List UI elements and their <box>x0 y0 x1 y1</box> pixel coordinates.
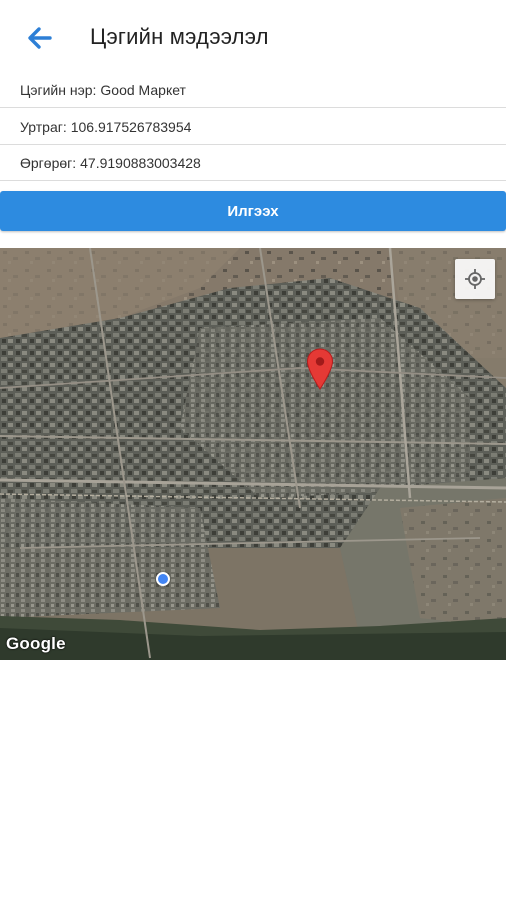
my-location-icon <box>465 269 485 289</box>
map-pin-marker[interactable] <box>306 348 334 390</box>
app-bar: Цэгийн мэдээлэл <box>0 0 506 76</box>
point-name-row: Цэгийн нэр: Good Маркет <box>0 72 506 108</box>
longitude-value: 106.917526783954 <box>70 118 192 135</box>
latitude-row: Өргөрөг: 47.9190883003428 <box>0 145 506 181</box>
point-name-label: Цэгийн нэр: <box>20 81 97 98</box>
latitude-label: Өргөрөг: <box>20 154 77 171</box>
arrow-left-icon <box>28 27 52 49</box>
page-title: Цэгийн мэдээлэл <box>90 24 269 49</box>
map-imagery <box>0 248 506 660</box>
point-name-value: Good Маркет <box>100 81 186 98</box>
google-attribution: Google <box>6 634 66 653</box>
latitude-value: 47.9190883003428 <box>80 154 201 171</box>
map-pin-icon <box>306 348 334 390</box>
longitude-label: Уртраг: <box>20 118 67 135</box>
current-location-dot <box>156 572 170 586</box>
send-button[interactable]: Илгээх <box>0 191 506 231</box>
longitude-row: Уртраг: 106.917526783954 <box>0 109 506 145</box>
satellite-map[interactable]: Google <box>0 248 506 660</box>
back-button[interactable] <box>24 22 56 54</box>
my-location-button[interactable] <box>455 259 495 299</box>
